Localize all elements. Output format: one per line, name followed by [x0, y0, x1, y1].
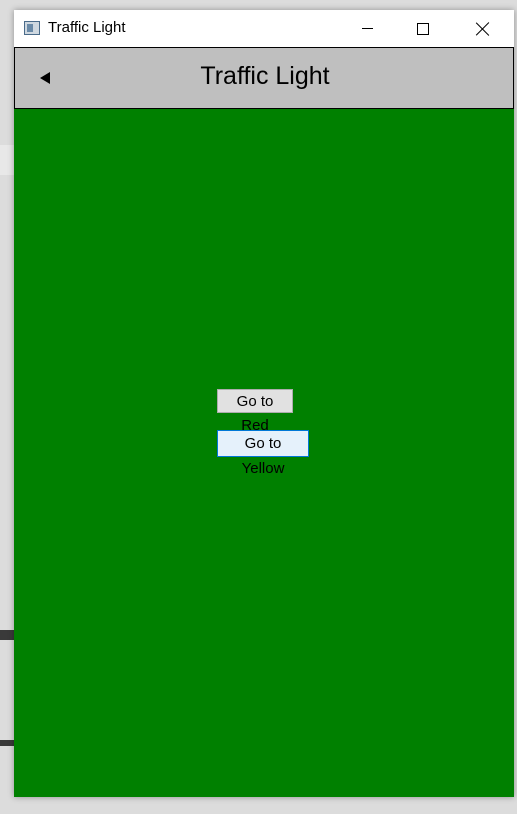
navigation-bar: Traffic Light — [14, 47, 514, 109]
background-desktop-strip — [0, 740, 14, 746]
close-button[interactable] — [460, 10, 506, 47]
go-to-red-button[interactable]: Go to Red — [217, 389, 293, 434]
page-title: Traffic Light — [200, 62, 330, 90]
minimize-icon — [361, 28, 373, 29]
go-to-yellow-button[interactable]: Go to Yellow — [217, 430, 309, 477]
minimize-button[interactable] — [344, 10, 390, 47]
traffic-light-content: Go to Red Go to Yellow — [14, 109, 514, 797]
app-window-icon — [24, 21, 40, 35]
title-bar[interactable]: Traffic Light — [14, 10, 514, 47]
maximize-icon — [417, 22, 429, 35]
app-window: Traffic Light Traffic Light Go to Red Go… — [14, 10, 514, 797]
background-desktop — [0, 145, 14, 175]
background-desktop-strip — [0, 630, 14, 640]
close-icon — [476, 22, 490, 36]
maximize-button[interactable] — [400, 10, 446, 47]
window-title: Traffic Light — [48, 19, 126, 36]
